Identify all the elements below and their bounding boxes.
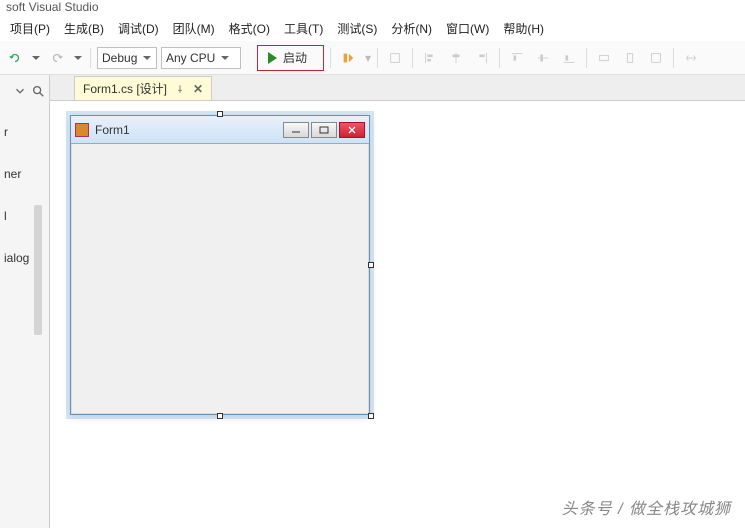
- menu-analyze[interactable]: 分析(N): [391, 20, 432, 37]
- design-surface[interactable]: Form1: [70, 115, 370, 415]
- menu-help[interactable]: 帮助(H): [503, 20, 544, 37]
- resize-handle-se[interactable]: [368, 413, 374, 419]
- chevron-down-icon[interactable]: [13, 84, 27, 98]
- scrollbar-thumb[interactable]: [34, 205, 42, 335]
- menu-format[interactable]: 格式(O): [229, 20, 270, 37]
- size-btn-2[interactable]: [619, 47, 641, 69]
- platform-combo[interactable]: Any CPU: [161, 47, 241, 69]
- close-button[interactable]: [339, 122, 365, 138]
- form-icon: [75, 123, 89, 137]
- menu-debug[interactable]: 调试(D): [118, 20, 159, 37]
- align-left-button[interactable]: [419, 47, 441, 69]
- config-combo[interactable]: Debug: [97, 47, 157, 69]
- tab-close-button[interactable]: ✕: [193, 82, 203, 96]
- toolbar-sep-5: [499, 48, 500, 68]
- start-button[interactable]: 启动: [260, 47, 321, 69]
- start-label: 启动: [283, 49, 307, 66]
- menu-build[interactable]: 生成(B): [64, 20, 104, 37]
- redo-caret: [72, 47, 84, 69]
- toolbar-sep-6: [586, 48, 587, 68]
- redo-button[interactable]: [46, 47, 68, 69]
- form-client-area[interactable]: [71, 144, 369, 414]
- form-title: Form1: [95, 123, 277, 137]
- align-middle-button[interactable]: [532, 47, 554, 69]
- main-area: r ner l ialog Form1.cs [设计] ✕ Form1: [0, 75, 745, 528]
- menu-project[interactable]: 项目(P): [10, 20, 50, 37]
- align-top-button[interactable]: [506, 47, 528, 69]
- size-btn-1[interactable]: [593, 47, 615, 69]
- chevron-down-icon: [143, 56, 151, 60]
- tab-strip: Form1.cs [设计] ✕: [50, 75, 745, 101]
- align-btn-1[interactable]: [384, 47, 406, 69]
- side-panel: r ner l ialog: [0, 75, 50, 528]
- winforms-form[interactable]: Form1: [70, 115, 370, 415]
- panel-header: [0, 79, 49, 107]
- undo-button[interactable]: [4, 47, 26, 69]
- resize-handle-e[interactable]: [368, 262, 374, 268]
- side-item-4[interactable]: ialog: [4, 251, 49, 265]
- toolbar-sep-4: [412, 48, 413, 68]
- menu-team[interactable]: 团队(M): [173, 20, 215, 37]
- align-bottom-button[interactable]: [558, 47, 580, 69]
- align-center-button[interactable]: [445, 47, 467, 69]
- editor-content: Form1.cs [设计] ✕ Form1: [50, 75, 745, 528]
- tab-form1-design[interactable]: Form1.cs [设计] ✕: [74, 76, 212, 100]
- form-titlebar: Form1: [71, 116, 369, 144]
- side-item-1[interactable]: r: [4, 125, 49, 139]
- maximize-button[interactable]: [311, 122, 337, 138]
- toolbar-sep-1: [90, 48, 91, 68]
- window-buttons: [283, 122, 365, 138]
- start-highlight-box: 启动: [257, 45, 324, 71]
- toolbar-sep-2: [330, 48, 331, 68]
- toolbar-sep-7: [673, 48, 674, 68]
- config-label: Debug: [102, 51, 137, 65]
- search-icon[interactable]: [31, 84, 45, 98]
- app-title-text: soft Visual Studio: [6, 0, 99, 14]
- spacing-btn-1[interactable]: [680, 47, 702, 69]
- undo-caret: [30, 47, 42, 69]
- toolbar: Debug Any CPU 启动 ▾: [0, 41, 745, 75]
- watermark-text: 头条号 / 做全栈攻城狮: [562, 495, 731, 519]
- resize-handle-n[interactable]: [217, 111, 223, 117]
- resize-handle-s[interactable]: [217, 413, 223, 419]
- menu-tools[interactable]: 工具(T): [284, 20, 323, 37]
- menu-bar: 项目(P) 生成(B) 调试(D) 团队(M) 格式(O) 工具(T) 测试(S…: [0, 16, 745, 41]
- tab-label: Form1.cs [设计]: [83, 80, 167, 97]
- toolbar-sep-3: [377, 48, 378, 68]
- play-icon: [268, 52, 277, 64]
- side-item-3[interactable]: l: [4, 209, 49, 223]
- step-button[interactable]: [337, 47, 359, 69]
- platform-label: Any CPU: [166, 51, 215, 65]
- pin-icon[interactable]: [175, 84, 185, 94]
- align-right-button[interactable]: [471, 47, 493, 69]
- side-item-2[interactable]: ner: [4, 167, 49, 181]
- menu-test[interactable]: 测试(S): [337, 20, 377, 37]
- chevron-down-icon: [221, 56, 229, 60]
- size-btn-3[interactable]: [645, 47, 667, 69]
- app-titlebar: soft Visual Studio: [0, 0, 745, 16]
- minimize-button[interactable]: [283, 122, 309, 138]
- menu-window[interactable]: 窗口(W): [446, 20, 489, 37]
